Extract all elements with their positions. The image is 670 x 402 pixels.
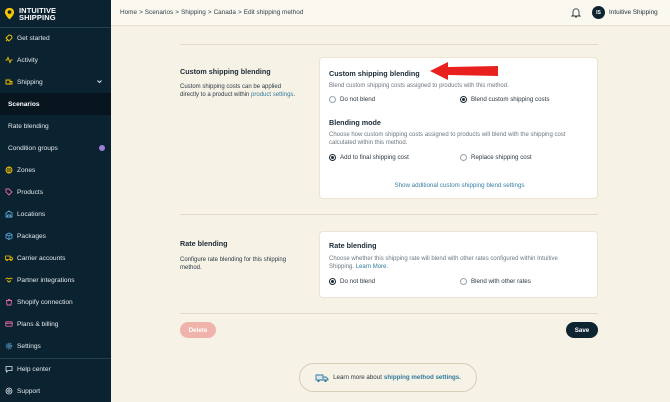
top-bar: Home > Scenarios > Shipping > Canada > Edit ship… [111,0,670,26]
box-icon [4,232,13,241]
rate-blending-card-desc: Choose whether this shipping rate will b… [329,256,558,271]
sidebar-item-label: Get started [17,34,50,42]
blending-mode-desc: Choose how custom shipping costs assigne… [329,132,566,147]
radio-blend-with-other-rates[interactable]: Blend with other rates [460,278,531,285]
sidebar-item-partner-integrations[interactable]: Partner integrations [0,269,111,291]
shopify-icon [4,298,13,307]
breadcrumb-home[interactable]: Home [120,9,137,16]
radio-replace-shipping-cost[interactable]: Replace shipping cost [460,154,532,161]
sidebar-item-activity[interactable]: Activity [0,49,111,71]
sidebar-item-label: Support [17,387,41,395]
sidebar-item-scenarios[interactable]: Scenarios [0,93,111,115]
truck-icon [4,254,13,263]
section-divider [180,214,598,215]
chat-icon [4,365,13,374]
rate-blending-section-title: Rate blending [180,239,228,248]
rate-blending-card: Rate blending Choose whether this shippi… [319,231,598,298]
sidebar-item-shipping[interactable]: Shipping [0,71,111,93]
sidebar-item-condition-groups[interactable]: Condition groups [0,137,111,159]
rocket-icon [4,34,13,43]
user-name[interactable]: Intuitive Shipping [609,9,658,16]
sidebar-item-rate-blending[interactable]: Rate blending [0,115,111,137]
show-additional-settings-link[interactable]: Show additional custom shipping blend se… [320,182,599,189]
radio-do-not-blend-rates[interactable]: Do not blend [329,278,375,285]
delete-button[interactable]: Delete [180,322,216,338]
breadcrumb: Home > Scenarios > Shipping > Canada > Edit ship… [120,9,304,16]
sidebar-item-label: Carrier accounts [17,254,66,262]
shipping-method-settings-link[interactable]: shipping method settings. [384,374,461,381]
rate-blending-card-title: Rate blending [329,241,377,250]
gear-icon [4,342,13,351]
sidebar-item-get-started[interactable]: Get started [0,27,111,49]
bell-icon[interactable] [571,7,581,18]
handshake-icon [4,276,13,285]
sidebar-item-zones[interactable]: Zones [0,159,111,181]
tag-icon [4,188,13,197]
sidebar-item-plans-billing[interactable]: Plans & billing [0,313,111,335]
pulse-icon [4,56,13,65]
sidebar-item-products[interactable]: Products [0,181,111,203]
brand-line2: SHIPPING [19,12,56,22]
sidebar-item-label: Products [17,188,44,196]
sidebar-item-label: Rate blending [8,122,49,130]
breadcrumb-shipping[interactable]: Shipping [181,9,206,16]
sidebar-item-help-center[interactable]: Help center [0,358,111,380]
location-pin-icon [4,7,15,20]
chevron-down-icon[interactable] [96,78,103,85]
save-button[interactable]: Save [566,322,598,338]
avatar[interactable]: IS [592,6,605,19]
sidebar-item-label: Locations [17,210,46,218]
warehouse-icon [4,210,13,219]
custom-blending-section-title: Custom shipping blending [180,67,271,76]
learn-more-link[interactable]: Learn More. [356,264,388,270]
breadcrumb-current: Edit shipping method [243,9,304,16]
sidebar-item-label: Help center [17,365,51,373]
sidebar-item-carrier-accounts[interactable]: Carrier accounts [0,247,111,269]
new-badge [99,145,105,151]
red-arrow-annotation [430,62,498,80]
breadcrumb-canada[interactable]: Canada [214,9,236,16]
sidebar-item-label: Condition groups [8,144,58,152]
radio-blend-custom-costs[interactable]: Blend custom shipping costs [460,96,549,103]
truck-illustration-icon [315,374,329,382]
learn-more-text: Learn more about [333,374,382,381]
sidebar-item-support[interactable]: Support [0,380,111,402]
sidebar-item-label: Settings [17,342,41,350]
blending-mode-title: Blending mode [329,118,381,127]
rate-blending-section-desc: Configure rate blending for this shippin… [180,257,287,272]
sidebar-item-label: Zones [17,166,36,174]
card-icon [4,320,13,329]
sidebar-item-label: Activity [17,56,38,64]
globe-icon [4,166,13,175]
sidebar-item-label: Plans & billing [17,320,59,328]
sidebar-item-settings[interactable]: Settings [0,335,111,357]
custom-blending-card-title: Custom shipping blending [329,69,420,78]
sidebar-item-label: Packages [17,232,46,240]
custom-blending-section-desc: Custom shipping costs can be applied dir… [180,84,296,99]
sidebar-item-packages[interactable]: Packages [0,225,111,247]
shipping-icon [4,78,13,87]
sidebar-item-label: Shopify connection [17,298,73,306]
radio-add-to-final-cost[interactable]: Add to final shipping cost [329,154,409,161]
learn-more-banner: Learn more about shipping method setting… [299,363,477,392]
sidebar-item-label: Shipping [17,78,43,86]
breadcrumb-scenarios[interactable]: Scenarios [145,9,173,16]
custom-blending-card-desc: Blend custom shipping costs assigned to … [329,83,509,89]
section-divider [180,44,598,45]
sidebar-item-shopify-connection[interactable]: Shopify connection [0,291,111,313]
sidebar: INTUITIVE SHIPPING Get started Activity … [0,0,111,402]
help-icon [4,387,13,396]
product-settings-link[interactable]: product settings [251,92,293,98]
radio-do-not-blend-custom[interactable]: Do not blend [329,96,375,103]
sidebar-item-label: Partner integrations [17,276,75,284]
sidebar-item-locations[interactable]: Locations [0,203,111,225]
sidebar-item-label: Scenarios [8,100,40,108]
section-divider [180,313,598,314]
brand-logo[interactable]: INTUITIVE SHIPPING [0,0,111,27]
